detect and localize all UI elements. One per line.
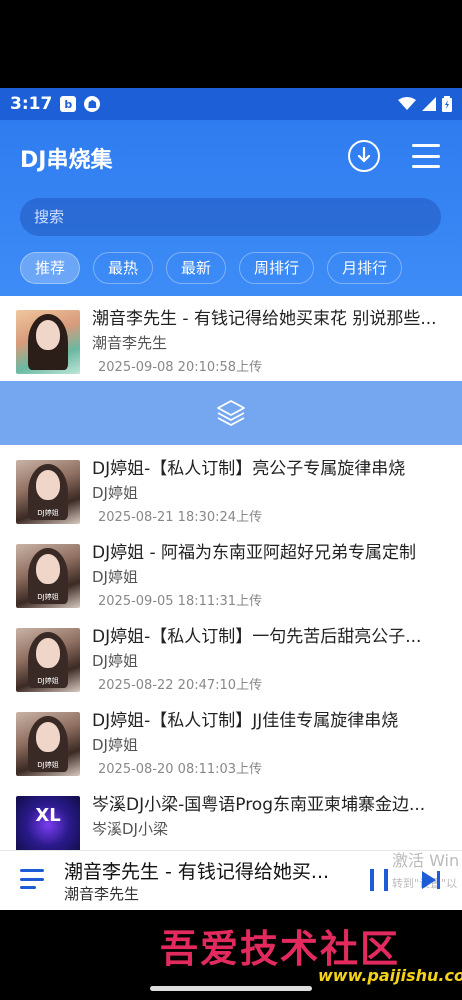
app-header: DJ串烧集 搜索 推荐 最热 最新 周排行 月排行 — [0, 120, 462, 296]
track-cover: DJ婷姐 — [16, 628, 80, 692]
track-cover: DJ婷姐 — [16, 544, 80, 608]
menu-icon-line — [412, 144, 440, 147]
track-title: DJ婷姐-【私人订制】亮公子专属旋律串烧 — [92, 459, 406, 479]
cover-tag: DJ婷姐 — [37, 677, 59, 685]
site-url: www.paijishu.com — [318, 966, 462, 985]
cover-art — [36, 320, 60, 350]
tab-recommend[interactable]: 推荐 — [20, 252, 81, 284]
tab-newest[interactable]: 最新 — [166, 252, 227, 284]
tab-monthly[interactable]: 月排行 — [327, 252, 403, 284]
track-cover — [16, 310, 80, 374]
signal-icon — [422, 97, 436, 111]
now-playing-title: 潮音李先生 - 有钱记得给她买... — [64, 861, 330, 883]
track-artist: DJ婷姐 — [92, 736, 138, 754]
track-date: 2025-09-08 20:10:58上传 — [98, 360, 263, 375]
layers-icon — [217, 400, 245, 426]
track-artist: DJ婷姐 — [92, 568, 138, 586]
pause-icon-bar — [370, 869, 374, 891]
next-button[interactable] — [420, 869, 442, 891]
track-date: 2025-08-22 20:47:10上传 — [98, 678, 263, 693]
track-title: 潮音李先生 - 有钱记得给她买束花 别说那些... — [92, 309, 437, 329]
track-artist: DJ婷姐 — [92, 652, 138, 670]
status-right — [398, 96, 452, 112]
cover-art — [36, 554, 60, 584]
tab-weekly[interactable]: 周排行 — [239, 252, 315, 284]
cover-art — [36, 470, 60, 500]
list-item[interactable]: DJ婷姐 DJ婷姐-【私人订制】一句先苦后甜亮公子... DJ婷姐 2025-0… — [0, 614, 462, 698]
track-cover: XL — [16, 796, 80, 850]
app-notification-icon: b — [60, 96, 77, 112]
category-tabs: 推荐 最热 最新 周排行 月排行 — [20, 252, 403, 284]
cover-art — [36, 638, 60, 668]
download-button[interactable] — [348, 140, 380, 172]
mini-player[interactable]: 潮音李先生 - 有钱记得给她买... 潮音李先生 激活 Win 转到"设置"以 — [0, 850, 462, 910]
pause-icon-bar — [384, 869, 388, 891]
track-date: 2025-08-21 18:30:24上传 — [98, 510, 263, 525]
playlist-button[interactable] — [20, 869, 44, 889]
cover-tag: DJ婷姐 — [37, 593, 59, 601]
status-time: 3:17 — [10, 94, 53, 114]
download-icon — [357, 147, 371, 163]
track-date: 2025-08-20 08:11:03上传 — [98, 762, 263, 777]
site-logo-text: 吾爱技术社区 — [160, 926, 401, 971]
track-date: 2025-09-05 18:11:31上传 — [98, 594, 263, 609]
site-watermark: 吾爱技术社区 www.paijishu.com — [0, 910, 462, 1000]
list-item[interactable]: XL 岑溪DJ小梁-国粤语Prog东南亚柬埔寨金边... 岑溪DJ小梁 — [0, 782, 462, 850]
wifi-icon — [398, 97, 416, 110]
queue-icon-line — [20, 877, 44, 881]
cover-art — [36, 722, 60, 752]
list-item[interactable]: DJ婷姐 DJ婷姐 - 阿福为东南亚阿超好兄弟专属定制 DJ婷姐 2025-09… — [0, 530, 462, 614]
track-cover: DJ婷姐 — [16, 460, 80, 524]
app-title: DJ串烧集 — [20, 148, 113, 173]
track-list: 潮音李先生 - 有钱记得给她买束花 别说那些... 潮音李先生 2025-09-… — [0, 296, 462, 850]
list-item[interactable]: DJ婷姐 DJ婷姐-【私人订制】JJ佳佳专属旋律串烧 DJ婷姐 2025-08-… — [0, 698, 462, 782]
menu-icon-line — [412, 165, 440, 168]
list-item[interactable]: DJ婷姐 DJ婷姐-【私人订制】亮公子专属旋律串烧 DJ婷姐 2025-08-2… — [0, 446, 462, 530]
track-title: DJ婷姐-【私人订制】一句先苦后甜亮公子... — [92, 627, 422, 647]
track-title: DJ婷姐-【私人订制】JJ佳佳专属旋律串烧 — [92, 711, 399, 731]
queue-icon-line — [20, 869, 44, 872]
cover-tag: DJ婷姐 — [37, 761, 59, 769]
menu-button[interactable] — [412, 144, 440, 168]
track-cover: DJ婷姐 — [16, 712, 80, 776]
search-input[interactable]: 搜索 — [20, 198, 441, 236]
battery-icon — [442, 96, 452, 112]
home-indicator[interactable] — [150, 986, 312, 991]
now-playing-artist: 潮音李先生 — [64, 885, 140, 903]
track-artist: DJ婷姐 — [92, 484, 138, 502]
cloud-notification-icon: ☗ — [84, 96, 101, 112]
cover-tag: DJ婷姐 — [37, 509, 59, 517]
collapse-band[interactable] — [0, 381, 462, 445]
pause-button[interactable] — [370, 869, 388, 891]
windows-activation-watermark: 激活 Win — [392, 851, 460, 870]
list-item[interactable]: 潮音李先生 - 有钱记得给她买束花 别说那些... 潮音李先生 2025-09-… — [0, 296, 462, 380]
queue-icon-line — [20, 886, 36, 889]
track-artist: 潮音李先生 — [92, 334, 168, 352]
menu-icon-line — [412, 154, 440, 158]
status-bar: 3:17 b ☗ — [0, 88, 462, 120]
track-title: DJ婷姐 - 阿福为东南亚阿超好兄弟专属定制 — [92, 543, 417, 563]
tab-hot[interactable]: 最热 — [93, 252, 154, 284]
track-artist: 岑溪DJ小梁 — [92, 820, 168, 838]
track-title: 岑溪DJ小梁-国粤语Prog东南亚柬埔寨金边... — [92, 795, 426, 815]
